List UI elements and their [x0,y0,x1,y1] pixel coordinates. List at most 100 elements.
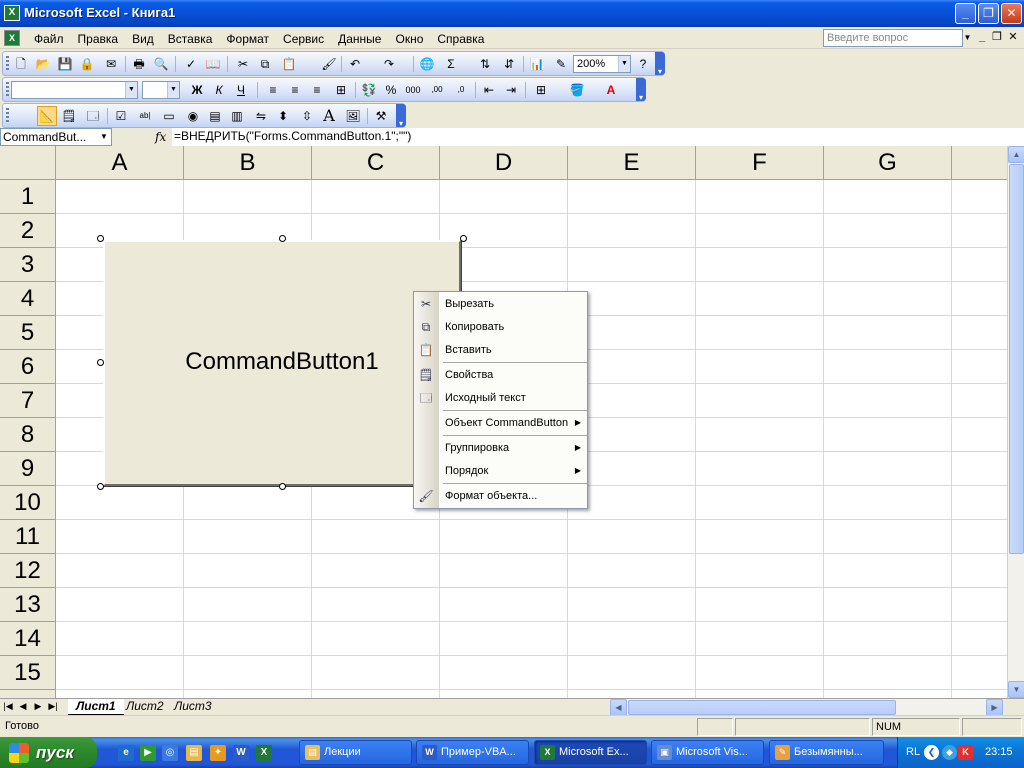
resize-handle-top[interactable] [279,235,286,242]
tray-app-icon[interactable]: ◆ [942,745,957,760]
fill-color-icon[interactable]: 🪣 [569,82,585,98]
last-sheet-icon[interactable]: ▶| [47,701,59,712]
row-header-8[interactable]: 8 [0,418,56,452]
minimize-button[interactable]: _ [955,3,976,24]
prev-sheet-icon[interactable]: ◀ [17,701,29,712]
row-header-13[interactable]: 13 [0,588,56,622]
scroll-left-icon[interactable]: ◀ [610,699,627,716]
cut-icon[interactable]: ✂ [235,56,251,72]
help-icon[interactable]: ? [635,56,651,72]
autosum-icon[interactable]: Σ [443,56,459,72]
close-button[interactable]: ✕ [1001,3,1022,24]
chevron-down-icon[interactable]: ▼ [98,129,110,145]
title-bar[interactable]: X Microsoft Excel - Книга1 _ ❐ ✕ [0,0,1024,27]
resize-handle-left[interactable] [97,359,104,366]
start-button[interactable]: пуск [0,737,97,768]
ctx-properties[interactable]: 🗒 Свойства [414,364,587,386]
tray-arrow-icon[interactable]: ❮ [924,745,939,760]
design-mode-icon[interactable]: 📐 [37,106,57,126]
command-button-1[interactable]: CommandButton1 [103,240,461,486]
row-header-12[interactable]: 12 [0,554,56,588]
next-sheet-icon[interactable]: ▶ [32,701,44,712]
bold-icon[interactable]: Ж [189,82,205,98]
doc-minimize-icon[interactable]: _ [975,30,989,44]
row-header-3[interactable]: 3 [0,248,56,282]
formula-input[interactable]: =ВНЕДРИТЬ("Forms.CommandButton.1";"") [172,128,1024,146]
hyperlink-icon[interactable]: 🌐 [419,56,435,72]
row-header-4[interactable]: 4 [0,282,56,316]
media-player-icon[interactable]: ▶ [140,745,156,761]
increase-decimal-icon[interactable]: ,00 [429,82,445,98]
browser-icon[interactable]: ◎ [162,745,178,761]
align-left-icon[interactable]: ≡ [265,82,281,98]
row-header-2[interactable]: 2 [0,214,56,248]
task-microsoft-visual-basic[interactable]: ▣ Microsoft Vis... [651,740,764,765]
ctx-commandbutton-object[interactable]: Объект CommandButton ▶ [414,412,587,434]
chevron-down-icon[interactable]: ▼ [125,82,137,98]
menu-insert[interactable]: Вставка [162,31,221,47]
column-header-e[interactable]: E [568,146,696,180]
row-header-10[interactable]: 10 [0,486,56,520]
toolbar-grip[interactable] [6,82,9,98]
row-header-11[interactable]: 11 [0,520,56,554]
resize-handle-bottom[interactable] [279,483,286,490]
workbook-icon[interactable]: X [4,30,20,46]
word-icon[interactable]: W [233,745,249,761]
horizontal-scroll-thumb[interactable] [628,700,896,715]
ctx-format-object[interactable]: 🖌 Формат объекта... [414,485,587,507]
menu-tools[interactable]: Сервис [277,31,332,47]
undo-icon[interactable]: ↶ [347,56,363,72]
align-right-icon[interactable]: ≡ [309,82,325,98]
column-header-b[interactable]: B [184,146,312,180]
toolbar-options-icon[interactable]: ▾ [655,52,665,76]
font-name-combo[interactable]: ▼ [11,81,138,99]
textbox-control-icon[interactable]: ab| [137,108,153,124]
language-indicator[interactable]: RL [906,746,920,758]
ctx-copy[interactable]: ⧉ Копировать [414,316,587,338]
restore-button[interactable]: ❐ [978,3,999,24]
column-header-f[interactable]: F [696,146,824,180]
decrease-decimal-icon[interactable]: ,0 [453,82,469,98]
font-size-combo[interactable]: ▼ [142,81,180,99]
copy-icon[interactable]: ⧉ [257,56,273,72]
drawing-icon[interactable]: ✎ [553,56,569,72]
task-vba-example[interactable]: W Пример-VBA... [416,740,529,765]
toolbar-options-icon[interactable]: ▾ [396,104,406,128]
resize-handle-top-right[interactable] [460,235,467,242]
image-control-icon[interactable]: 🖼 [345,108,361,124]
font-color-icon[interactable]: A [603,82,619,98]
toolbar-options-icon[interactable]: ▾ [636,78,646,102]
command-button-control-icon[interactable]: ▭ [161,108,177,124]
doc-close-icon[interactable]: ✕ [1006,30,1020,44]
scroll-up-icon[interactable]: ▲ [1008,146,1024,163]
research-icon[interactable]: 📖 [205,56,221,72]
menu-format[interactable]: Формат [220,31,277,47]
column-header-c[interactable]: C [312,146,440,180]
horizontal-scrollbar[interactable]: ◀ ▶ [610,699,1003,716]
toggle-button-control-icon[interactable]: ⇋ [253,108,269,124]
vertical-scrollbar[interactable]: ▲ ▼ [1007,146,1024,698]
spelling-icon[interactable]: ✓ [183,56,199,72]
option-button-control-icon[interactable]: ◉ [185,108,201,124]
doc-restore-icon[interactable]: ❐ [990,30,1004,44]
merge-center-icon[interactable]: ⊞ [333,82,349,98]
row-header-6[interactable]: 6 [0,350,56,384]
select-all-corner[interactable] [0,146,56,180]
zoom-combo[interactable]: 200% ▼ [573,55,631,73]
chevron-down-icon[interactable]: ▼ [618,56,630,72]
excel-icon[interactable]: X [256,745,272,761]
print-preview-icon[interactable]: 🔍 [153,56,169,72]
sort-ascending-icon[interactable]: ⇅ [477,56,493,72]
menu-data[interactable]: Данные [332,31,389,47]
row-header-16[interactable] [0,690,56,698]
column-header-d[interactable]: D [440,146,568,180]
resize-handle-bottom-left[interactable] [97,483,104,490]
underline-icon[interactable]: Ч [233,82,249,98]
column-header-g[interactable]: G [824,146,952,180]
align-center-icon[interactable]: ≡ [287,82,303,98]
sheet-tab-2[interactable]: Лист2 [118,699,172,715]
view-code-icon[interactable]: 🗔 [85,108,101,124]
percent-icon[interactable]: % [383,82,399,98]
print-icon[interactable]: 🖶 [131,56,147,72]
email-icon[interactable]: ✉ [103,56,119,72]
